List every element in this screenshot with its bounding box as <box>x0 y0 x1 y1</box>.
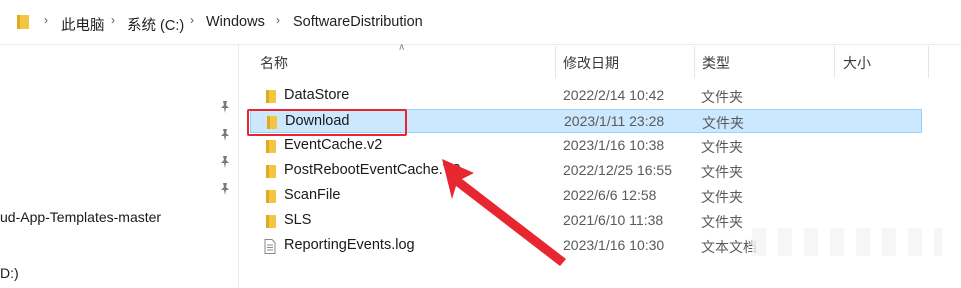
pane-divider[interactable] <box>238 44 239 288</box>
breadcrumb-this-pc[interactable]: 此电脑 <box>61 14 105 35</box>
file-date: 2023/1/16 10:30 <box>563 237 665 253</box>
annotation-highlight-box <box>247 109 407 136</box>
file-date: 2023/1/11 23:28 <box>564 113 665 129</box>
list-item[interactable]: PostRebootEventCache.V2 2022/12/25 16:55… <box>250 159 922 183</box>
folder-icon <box>17 15 29 29</box>
file-name: EventCache.v2 <box>284 137 383 153</box>
pin-icon[interactable] <box>219 182 231 196</box>
file-name: SLS <box>284 212 312 228</box>
text-file-icon <box>264 239 276 254</box>
file-name: ReportingEvents.log <box>284 237 415 253</box>
pin-icon[interactable] <box>219 100 231 114</box>
column-header-type[interactable]: 类型 <box>702 53 730 73</box>
folder-icon <box>266 215 276 228</box>
chevron-right-icon[interactable]: › <box>44 13 48 27</box>
annotation-arrow-icon <box>442 159 566 266</box>
column-header-date[interactable]: 修改日期 <box>563 53 619 73</box>
watermark-blur <box>752 228 942 256</box>
file-name: ScanFile <box>284 187 341 203</box>
pin-icon[interactable] <box>219 128 231 142</box>
file-type: 文件夹 <box>701 89 743 105</box>
folder-icon <box>266 165 276 178</box>
nav-item-drive-d[interactable]: D:) <box>0 265 19 281</box>
sort-ascending-icon: ∧ <box>398 42 406 53</box>
file-type: 文件夹 <box>701 214 743 230</box>
column-divider[interactable] <box>694 46 695 78</box>
file-type: 文件夹 <box>702 115 744 131</box>
folder-icon <box>266 90 276 103</box>
file-date: 2023/1/16 10:38 <box>563 137 665 153</box>
file-date: 2021/6/10 11:38 <box>563 212 664 228</box>
address-bar[interactable]: › 此电脑 › 系统 (C:) › Windows › SoftwareDist… <box>0 0 961 45</box>
file-type: 文件夹 <box>701 139 743 155</box>
nav-item-templates-folder[interactable]: ud-App-Templates-master <box>0 209 161 225</box>
column-divider[interactable] <box>555 46 556 78</box>
column-header-size[interactable]: 大小 <box>843 53 871 73</box>
breadcrumb-system-c[interactable]: 系统 (C:) <box>127 14 184 35</box>
folder-icon <box>266 140 276 153</box>
chevron-right-icon[interactable]: › <box>276 13 280 27</box>
list-item[interactable]: DataStore 2022/2/14 10:42 文件夹 <box>250 84 922 108</box>
file-date: 2022/12/25 16:55 <box>563 162 672 178</box>
file-type: 文件夹 <box>701 189 743 205</box>
column-header-name[interactable]: 名称 <box>260 53 288 73</box>
breadcrumb-windows[interactable]: Windows <box>206 14 265 30</box>
file-date: 2022/2/14 10:42 <box>563 87 665 103</box>
file-date: 2022/6/6 12:58 <box>563 187 657 203</box>
column-divider[interactable] <box>834 46 835 78</box>
navigation-pane: ud-App-Templates-master D:) <box>0 44 238 288</box>
file-type: 文件夹 <box>701 164 743 180</box>
breadcrumb-softwaredistribution[interactable]: SoftwareDistribution <box>293 14 423 30</box>
chevron-right-icon[interactable]: › <box>190 13 194 27</box>
column-divider[interactable] <box>928 46 929 78</box>
file-name: DataStore <box>284 87 350 103</box>
list-item[interactable]: EventCache.v2 2023/1/16 10:38 文件夹 <box>250 134 922 158</box>
folder-icon <box>266 190 276 203</box>
list-item[interactable]: ScanFile 2022/6/6 12:58 文件夹 <box>250 184 922 208</box>
file-type: 文本文档 <box>701 239 757 255</box>
pin-icon[interactable] <box>219 155 231 169</box>
chevron-right-icon[interactable]: › <box>111 13 115 27</box>
